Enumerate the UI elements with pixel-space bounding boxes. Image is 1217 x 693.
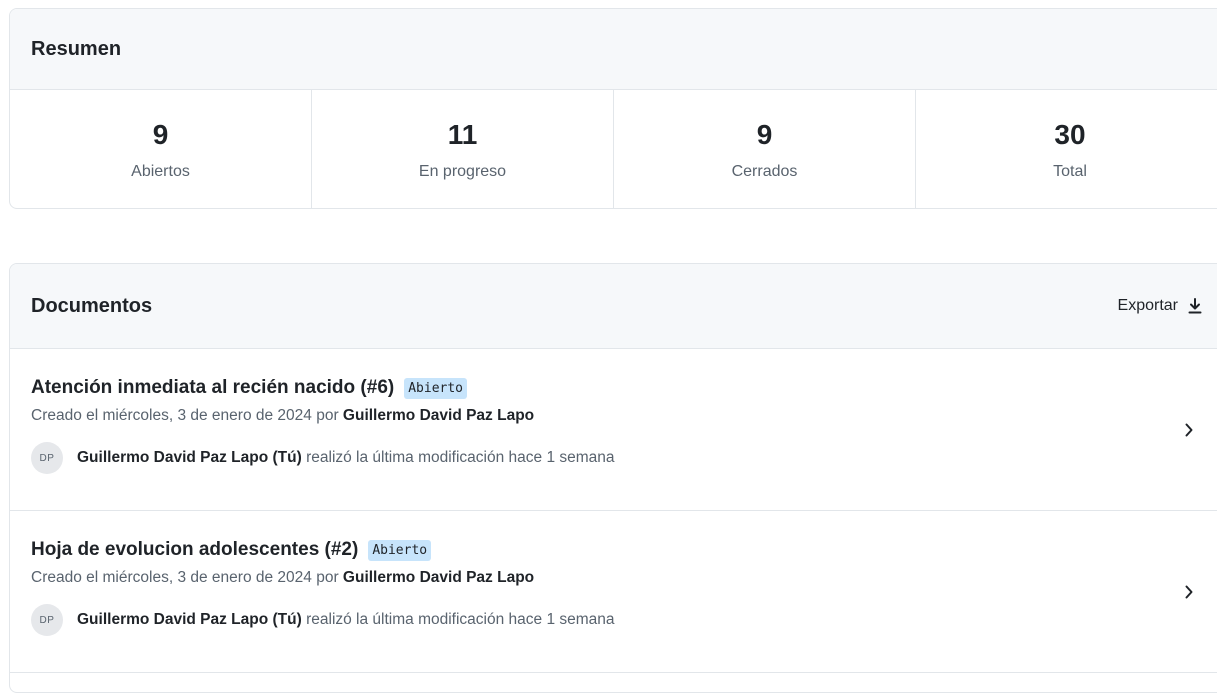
created-prefix: Creado el miércoles, 3 de enero de 2024 … — [31, 569, 339, 586]
stat-label: Total — [1053, 163, 1087, 180]
document-created-info: Creado el miércoles, 3 de enero de 2024 … — [31, 407, 1203, 425]
documents-header: Documentos Exportar — [10, 264, 1217, 349]
stat-value: 9 — [152, 119, 169, 150]
document-row[interactable]: Hoja de evolucion adolescentes (#2) Abie… — [10, 511, 1217, 673]
stat-label: En progreso — [418, 163, 507, 180]
created-prefix: Creado el miércoles, 3 de enero de 2024 … — [31, 407, 339, 424]
stat-label: Abiertos — [131, 163, 190, 180]
document-created-info: Creado el miércoles, 3 de enero de 2024 … — [31, 569, 1203, 587]
document-modified-info: DP Guillermo David Paz Lapo (Tú) realizó… — [31, 604, 1203, 636]
document-title-line: Hoja de evolucion adolescentes (#2) Abie… — [31, 539, 1203, 561]
modified-text: Guillermo David Paz Lapo (Tú) realizó la… — [77, 611, 615, 629]
created-by: Guillermo David Paz Lapo — [342, 407, 535, 424]
status-badge: Abierto — [368, 539, 432, 561]
stat-total: 30 Total — [916, 90, 1217, 208]
status-badge: Abierto — [404, 377, 468, 399]
summary-title: Resumen — [31, 37, 122, 60]
summary-card: Resumen 9 Abiertos 11 En progreso 9 Cerr… — [9, 8, 1217, 209]
document-title-line: Atención inmediata al recién nacido (#6)… — [31, 377, 1203, 399]
created-by: Guillermo David Paz Lapo — [342, 569, 535, 586]
document-modified-info: DP Guillermo David Paz Lapo (Tú) realizó… — [31, 442, 1203, 474]
modified-suffix: realizó la última modificación hace 1 se… — [306, 611, 615, 628]
document-row[interactable]: Atención inmediata al recién nacido (#6)… — [10, 349, 1217, 511]
export-button[interactable]: Exportar — [1118, 297, 1202, 315]
stat-open: 9 Abiertos — [10, 90, 312, 208]
export-label: Exportar — [1117, 297, 1178, 314]
avatar: DP — [31, 604, 63, 636]
stat-value: 11 — [447, 119, 478, 150]
avatar: DP — [31, 442, 63, 474]
documents-card: Documentos Exportar Atención inmediata a… — [9, 263, 1217, 693]
chevron-right-icon[interactable] — [1184, 584, 1194, 600]
stats-row: 9 Abiertos 11 En progreso 9 Cerrados 30 … — [10, 90, 1217, 208]
document-title: Hoja de evolucion adolescentes (#2) — [31, 539, 359, 560]
documents-title: Documentos — [31, 294, 153, 317]
chevron-right-icon[interactable] — [1184, 422, 1194, 438]
stat-value: 30 — [1054, 119, 1086, 150]
modified-by: Guillermo David Paz Lapo (Tú) — [77, 449, 302, 466]
modified-text: Guillermo David Paz Lapo (Tú) realizó la… — [77, 449, 615, 467]
modified-suffix: realizó la última modificación hace 1 se… — [306, 449, 615, 466]
document-title: Atención inmediata al recién nacido (#6) — [31, 377, 395, 398]
stat-in-progress: 11 En progreso — [312, 90, 614, 208]
modified-by: Guillermo David Paz Lapo (Tú) — [77, 611, 302, 628]
stat-value: 9 — [756, 119, 773, 150]
stat-label: Cerrados — [731, 163, 798, 180]
summary-header: Resumen — [10, 9, 1217, 90]
stat-closed: 9 Cerrados — [614, 90, 916, 208]
download-icon — [1188, 298, 1202, 314]
